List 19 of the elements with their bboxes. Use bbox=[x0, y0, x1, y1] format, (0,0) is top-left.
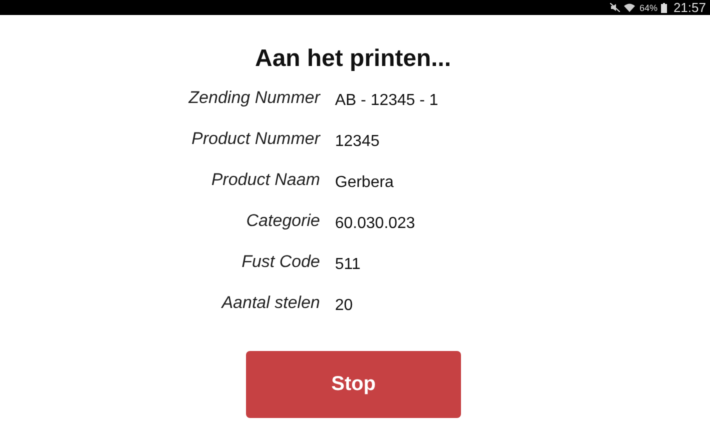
field-value: 12345 bbox=[335, 132, 380, 152]
field-label: Product Naam bbox=[210, 169, 320, 191]
field-value: Gerbera bbox=[335, 173, 395, 193]
field-value: AB - 12345 - 1 bbox=[335, 91, 440, 111]
field-label: Product Nummer bbox=[190, 128, 320, 150]
mute-icon bbox=[610, 3, 620, 12]
page-title: Aan het printen... bbox=[254, 44, 452, 74]
field-label: Categorie bbox=[245, 210, 320, 232]
battery-text: 64% bbox=[639, 2, 658, 12]
field-label: Zending Nummer bbox=[187, 87, 320, 109]
field-value: 60.030.023 bbox=[335, 214, 416, 234]
field-value: 20 bbox=[335, 296, 354, 316]
clock: 21:57 bbox=[673, 0, 706, 15]
battery-icon bbox=[661, 2, 668, 12]
field-label: Fust Code bbox=[240, 251, 320, 273]
wifi-icon bbox=[624, 3, 636, 12]
stop-button[interactable]: Stop bbox=[246, 351, 461, 418]
field-value: 511 bbox=[335, 255, 362, 275]
field-label: Aantal stelen bbox=[220, 292, 320, 314]
